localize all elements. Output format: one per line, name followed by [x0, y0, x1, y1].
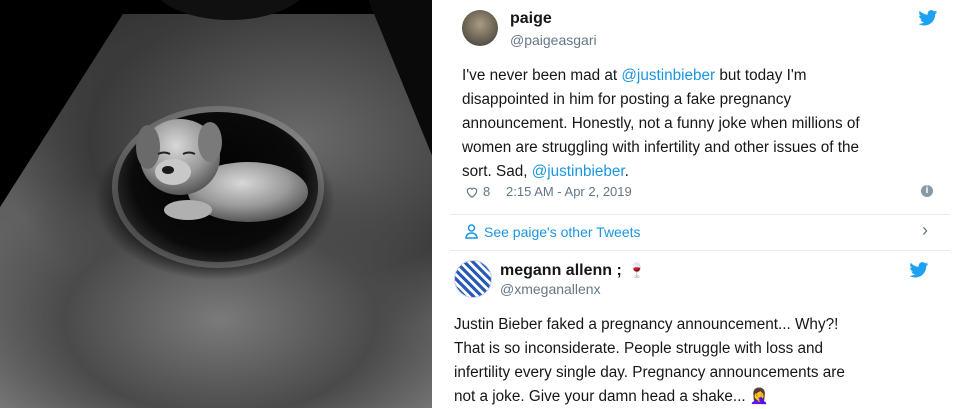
person-icon [465, 224, 478, 239]
avatar[interactable] [454, 260, 492, 298]
tweets-panel: paige @paigeasgari I've never been mad a… [432, 0, 960, 408]
author-name[interactable]: paige [510, 10, 552, 28]
see-other-tweets-link[interactable]: See paige's other Tweets [484, 224, 641, 240]
heart-icon[interactable] [465, 185, 479, 199]
tweet-text-segment: . [624, 163, 629, 180]
puppy-image [136, 119, 308, 222]
facepalm-emoji: 🤦‍♀️ [749, 388, 769, 405]
twitter-bird-icon[interactable] [909, 262, 929, 278]
mention-link[interactable]: @justinbieber [532, 163, 625, 180]
tweet-text: I've never been mad at @justinbieber but… [462, 64, 942, 184]
author-name[interactable]: megann allenn ; [500, 262, 622, 280]
divider [450, 250, 950, 251]
twitter-bird-icon[interactable] [918, 10, 938, 26]
like-count[interactable]: 8 [483, 184, 490, 199]
avatar[interactable] [462, 10, 498, 46]
tweet-text-segment: Justin Bieber faked a pregnancy announce… [454, 316, 845, 405]
mention-link[interactable]: @justinbieber [621, 67, 715, 84]
wine-glass-icon: 🍷 [628, 262, 646, 278]
author-handle[interactable]: @xmeganallenx [500, 281, 601, 297]
chevron-right-icon[interactable]: › [922, 220, 928, 241]
ultrasound-image [0, 0, 432, 408]
info-icon[interactable]: i [921, 185, 933, 197]
tweet-timestamp[interactable]: 2:15 AM - Apr 2, 2019 [506, 184, 632, 199]
author-handle[interactable]: @paigeasgari [510, 32, 597, 48]
ultrasound-fan-edge-right [352, 0, 432, 180]
tweet-text-segment: I've never been mad at [462, 67, 622, 84]
divider [450, 214, 950, 215]
tweet-text: Justin Bieber faked a pregnancy announce… [454, 313, 944, 409]
